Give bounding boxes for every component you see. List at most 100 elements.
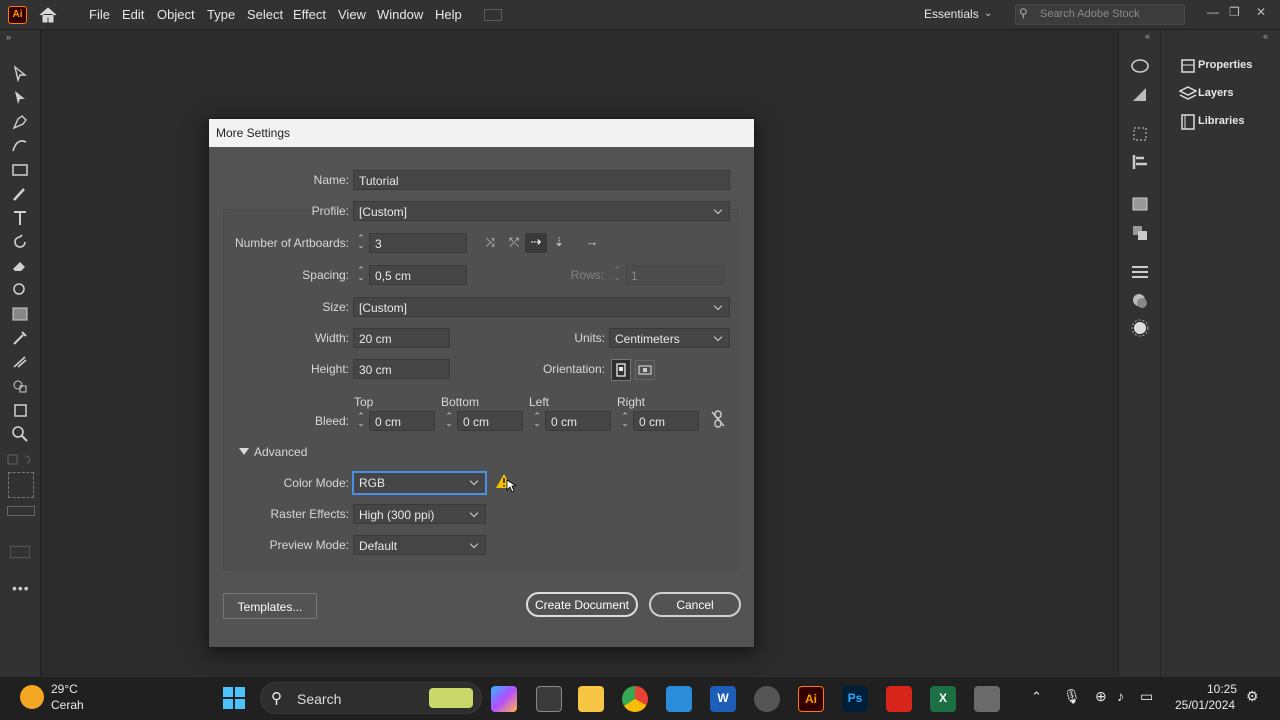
preview-mode-dropdown[interactable]: Default — [353, 535, 486, 555]
bleed-bottom-stepper[interactable]: ⌃ ⌄ — [444, 412, 454, 428]
volume-icon[interactable]: ♪ — [1117, 688, 1124, 704]
chevron-up-icon[interactable]: ⌃ — [1031, 689, 1042, 705]
advanced-toggle-icon[interactable] — [239, 448, 249, 455]
width-input[interactable]: 20 cm — [353, 328, 450, 348]
word-icon[interactable]: W — [710, 686, 736, 712]
menu-type[interactable]: Type — [207, 7, 235, 22]
units-dropdown[interactable]: Centimeters — [609, 328, 730, 348]
height-input[interactable]: 30 cm — [353, 359, 450, 379]
direct-selection-tool-icon[interactable] — [10, 88, 30, 108]
color-mode-dropdown[interactable]: RGB — [353, 472, 486, 494]
battery-icon[interactable]: ▭ — [1140, 688, 1153, 705]
arrange-by-row-icon[interactable]: ⇢ — [525, 233, 547, 253]
menu-select[interactable]: Select — [247, 7, 283, 22]
microphone-icon[interactable]: 🎙︎ — [1063, 688, 1081, 705]
selection-tool-icon[interactable] — [10, 64, 30, 84]
bleed-top-input[interactable]: 0 cm — [369, 411, 435, 431]
bleed-right-stepper[interactable]: ⌃ ⌄ — [620, 412, 630, 428]
tab-layers[interactable]: Layers — [1171, 82, 1276, 106]
layout-direction-icon[interactable]: → — [581, 233, 603, 253]
menu-help[interactable]: Help — [435, 7, 462, 22]
advanced-toggle-label[interactable]: Advanced — [254, 445, 307, 459]
cancel-button[interactable]: Cancel — [649, 592, 741, 617]
blend-tool-icon[interactable] — [10, 352, 30, 372]
restore-icon[interactable]: ❐ — [1229, 5, 1240, 19]
size-dropdown[interactable]: [Custom] — [353, 297, 730, 317]
name-input[interactable]: Tutorial — [353, 170, 730, 190]
app-icon[interactable] — [974, 686, 1000, 712]
color-guide-icon[interactable] — [1130, 85, 1150, 103]
profile-dropdown[interactable]: [Custom] — [353, 201, 730, 221]
close-icon[interactable]: ✕ — [1256, 5, 1266, 19]
curvature-tool-icon[interactable] — [10, 136, 30, 156]
grid-by-column-icon[interactable]: ⤱ — [503, 233, 525, 253]
minimize-icon[interactable]: — — [1207, 5, 1219, 19]
bleed-bottom-input[interactable]: 0 cm — [457, 411, 523, 431]
stroke-icon[interactable] — [1130, 263, 1150, 281]
clock-date[interactable]: 25/01/2024 — [1175, 698, 1235, 712]
fill-stroke-icon[interactable] — [8, 472, 34, 498]
gradient-panel-icon[interactable] — [1130, 195, 1150, 213]
home-icon[interactable] — [38, 6, 58, 24]
menu-window[interactable]: Window — [377, 7, 423, 22]
weather-temperature[interactable]: 29°C — [51, 682, 78, 696]
shape-builder-tool-icon[interactable] — [10, 376, 30, 396]
landscape-orientation-icon[interactable] — [635, 360, 655, 380]
menu-object[interactable]: Object — [157, 7, 195, 22]
collapse-icon[interactable]: » — [6, 32, 11, 42]
artboards-stepper[interactable]: ⌃ ⌄ — [356, 234, 366, 250]
stock-search-input[interactable]: Search Adobe Stock — [1015, 4, 1185, 25]
grid-by-row-icon[interactable]: ⤨ — [479, 233, 501, 253]
screen-mode-icon[interactable] — [10, 546, 30, 558]
copilot-icon[interactable] — [491, 686, 517, 712]
illustrator-taskbar-icon[interactable]: Ai — [798, 686, 824, 712]
drawing-modes-icon[interactable] — [7, 506, 35, 516]
fill-stroke-swap-icon[interactable] — [7, 454, 35, 466]
transform-icon[interactable] — [1130, 125, 1150, 143]
artboard-tool-icon[interactable] — [10, 400, 30, 420]
raster-effects-dropdown[interactable]: High (300 ppi) — [353, 504, 486, 524]
unlink-bleed-icon[interactable] — [709, 409, 727, 429]
eyedropper-tool-icon[interactable] — [10, 328, 30, 348]
type-tool-icon[interactable] — [10, 208, 30, 228]
file-explorer-icon[interactable] — [578, 686, 604, 712]
more-tools-icon[interactable]: ••• — [12, 580, 30, 596]
transparency-icon[interactable] — [1130, 223, 1150, 241]
task-view-icon[interactable] — [536, 686, 562, 712]
rotate-tool-icon[interactable] — [10, 232, 30, 252]
artboards-input[interactable]: 3 — [369, 233, 467, 253]
tab-libraries[interactable]: Libraries — [1171, 110, 1276, 134]
bleed-left-input[interactable]: 0 cm — [545, 411, 611, 431]
color-palette-icon[interactable] — [1130, 57, 1150, 75]
menu-effect[interactable]: Effect — [293, 7, 326, 22]
spacing-input[interactable]: 0,5 cm — [369, 265, 467, 285]
excel-icon[interactable]: X — [930, 686, 956, 712]
menu-edit[interactable]: Edit — [122, 7, 144, 22]
collapse-icon[interactable]: « — [1263, 31, 1268, 41]
menu-file[interactable]: File — [89, 7, 110, 22]
align-icon[interactable] — [1130, 153, 1150, 171]
weather-icon[interactable] — [20, 685, 44, 709]
appearance-icon[interactable] — [1130, 291, 1150, 309]
acrobat-icon[interactable] — [886, 686, 912, 712]
network-icon[interactable]: ⊕ — [1095, 688, 1107, 705]
portrait-orientation-icon[interactable] — [611, 359, 631, 381]
clock-time[interactable]: 10:25 — [1207, 682, 1237, 696]
templates-button[interactable]: Templates... — [223, 593, 317, 619]
workspace-switcher[interactable]: Essentials — [924, 7, 979, 21]
symbols-icon[interactable] — [1130, 319, 1150, 337]
arrange-by-column-icon[interactable]: ⇣ — [548, 233, 570, 253]
chrome-icon[interactable] — [622, 686, 648, 712]
notifications-icon[interactable]: ⚙ — [1246, 688, 1259, 705]
create-document-button[interactable]: Create Document — [526, 592, 638, 617]
pen-tool-icon[interactable] — [10, 112, 30, 132]
chevron-down-icon[interactable]: ⌄ — [984, 8, 992, 19]
bleed-left-stepper[interactable]: ⌃ ⌄ — [532, 412, 542, 428]
spacing-stepper[interactable]: ⌃ ⌄ — [356, 266, 366, 282]
tab-properties[interactable]: Properties — [1171, 54, 1276, 78]
bleed-right-input[interactable]: 0 cm — [633, 411, 699, 431]
taskbar-search-box[interactable]: ⚲ Search — [260, 682, 482, 714]
arrange-documents-icon[interactable] — [484, 9, 502, 21]
menu-view[interactable]: View — [338, 7, 366, 22]
weather-description[interactable]: Cerah — [51, 698, 84, 712]
